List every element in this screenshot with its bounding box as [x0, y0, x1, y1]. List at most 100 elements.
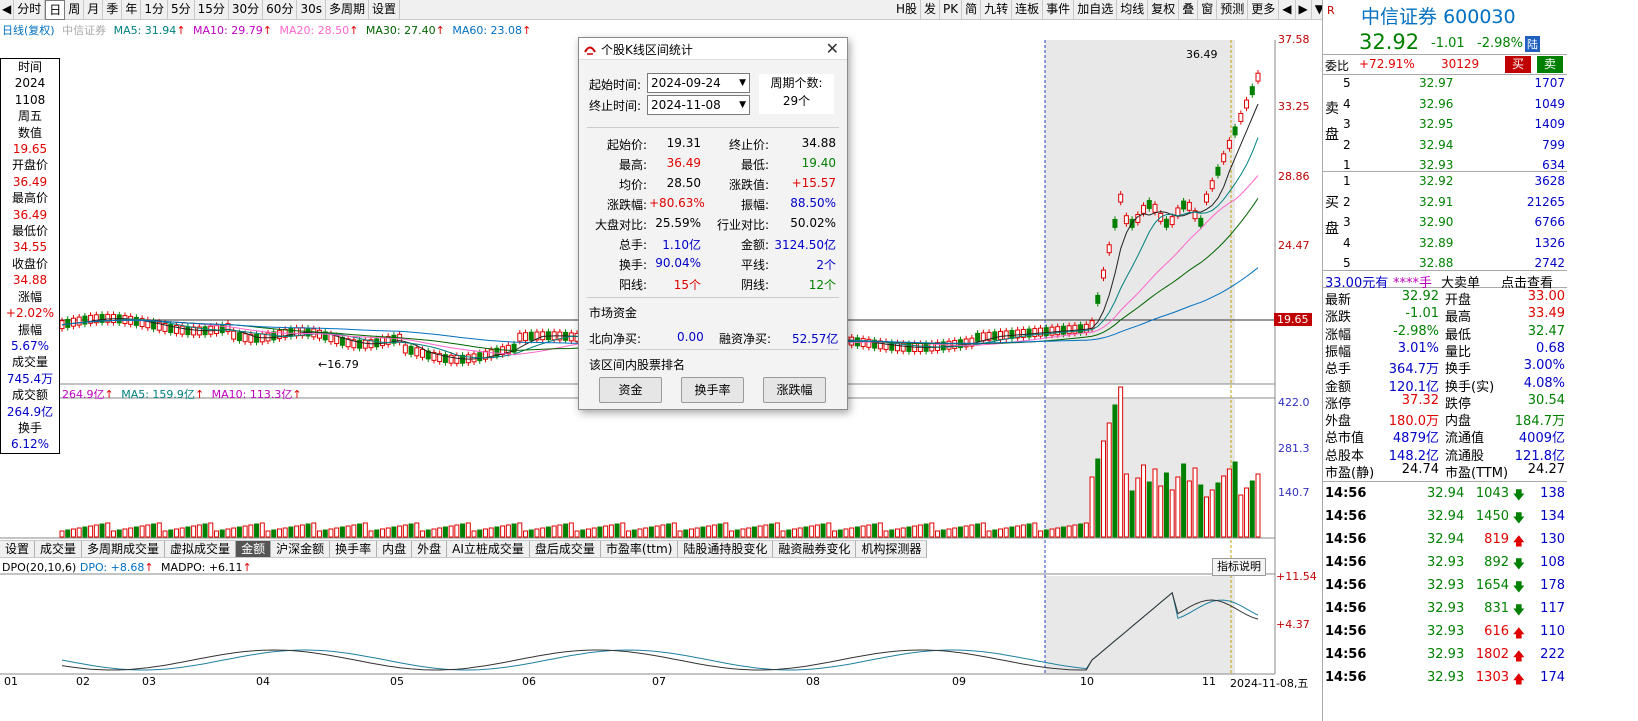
indicator-tab[interactable]: 设置	[0, 541, 36, 557]
indicator-tab[interactable]: 陆股通持股变化	[678, 541, 774, 557]
rank-by-fund-button[interactable]: 资金	[599, 377, 662, 403]
volume-bar	[1055, 527, 1061, 538]
order-book-row[interactable]: 1 32.92 3628	[1323, 172, 1567, 193]
period-buttons: 分时日周月季年 1分 5分 15分 30分 60分 30s 多周期 设置	[14, 0, 401, 20]
stat-label: 大盘对比:	[594, 218, 647, 232]
volume-bar	[723, 522, 729, 538]
candle-body	[980, 332, 986, 342]
period-button[interactable]: 30s	[297, 0, 326, 20]
indicator-tab[interactable]: 内盘	[377, 541, 413, 557]
volume-bar	[992, 529, 998, 538]
indicator-tab[interactable]: 机构探测器	[856, 541, 928, 557]
close-icon[interactable]: ✕	[826, 39, 839, 58]
volume-bar	[809, 525, 815, 538]
indicator-tab[interactable]: 虚拟成交量	[165, 541, 237, 557]
indicator-tab[interactable]: 换手率	[330, 541, 378, 557]
rank-by-turnover-button[interactable]: 换手率	[681, 377, 744, 403]
period-button[interactable]: 多周期	[326, 0, 369, 20]
order-book-row[interactable]: 3 32.90 6766	[1323, 213, 1567, 234]
period-button[interactable]: 分时	[14, 0, 46, 20]
toolbar-left-arrow-icon[interactable]: ◀	[0, 0, 15, 20]
sell-button[interactable]: 卖	[1537, 56, 1563, 73]
volume-bar	[557, 524, 563, 538]
period-button[interactable]: 60分	[263, 0, 298, 20]
indicator-tab[interactable]: AI立桩成交量	[447, 541, 530, 557]
order-book-row[interactable]: 2 32.94 799	[1323, 136, 1567, 157]
period-button[interactable]: 周	[65, 0, 85, 20]
stat-label: 金额:	[740, 238, 769, 252]
toolbar-tool-button[interactable]: 更多	[1248, 0, 1280, 20]
indicator-tab[interactable]: 融资融券变化	[773, 541, 857, 557]
toolbar-tool-button[interactable]: PK	[940, 0, 963, 20]
volume-bar	[1181, 463, 1187, 538]
period-button[interactable]: 设置	[369, 0, 401, 20]
order-level: 1	[1343, 174, 1351, 188]
indicator-tab[interactable]: 金额	[236, 541, 272, 557]
quote-stat-label: 换手	[1445, 362, 1472, 378]
big-order-row[interactable]: 33.00元有 ****手 大卖单 点击查看	[1323, 270, 1567, 291]
period-button[interactable]: 1分	[141, 0, 168, 20]
period-button[interactable]: 月	[84, 0, 104, 20]
candle-body	[1112, 218, 1118, 228]
quote-stat-label: 总手	[1325, 362, 1352, 378]
period-button[interactable]: 15分	[195, 0, 229, 20]
order-book-row[interactable]: 4 32.89 1326	[1323, 234, 1567, 255]
indicator-tab[interactable]: 市盈率(ttm)	[601, 541, 679, 557]
candle-body	[1066, 325, 1072, 335]
buy-button[interactable]: 买	[1505, 56, 1531, 73]
toolbar-tool-button[interactable]: 叠	[1179, 0, 1199, 20]
volume-bar	[317, 530, 323, 538]
period-button[interactable]: 日	[45, 0, 66, 20]
market-fund-title: 市场资金	[589, 306, 638, 320]
indicator-tab[interactable]: 成交量	[35, 541, 83, 557]
info-label: 开盘价	[11, 158, 48, 173]
toolbar-tool-button[interactable]: 加自选	[1074, 0, 1118, 20]
toolbar-tool-button[interactable]: 事件	[1043, 0, 1075, 20]
period-button[interactable]: 5分	[168, 0, 195, 20]
toolbar-tool-button[interactable]: 连板	[1012, 0, 1044, 20]
indicator-tab[interactable]: 沪深金额	[271, 541, 331, 557]
candle-body	[540, 331, 546, 341]
order-book-row[interactable]: 2 32.91 21265	[1323, 193, 1567, 214]
start-date-select[interactable]: 2024-09-24 ▼	[647, 73, 750, 93]
candle-body	[1209, 180, 1215, 190]
volume-bar	[774, 522, 780, 538]
volume-bar	[654, 525, 660, 538]
toolbar-tool-button[interactable]: 预测	[1217, 0, 1249, 20]
order-price: 32.97	[1419, 76, 1454, 90]
toolbar-tool-button[interactable]: 九转	[981, 0, 1013, 20]
indicator-help-button[interactable]: 指标说明	[1212, 558, 1266, 576]
ma60-value: MA60: 23.08	[452, 24, 523, 37]
order-book-row[interactable]: 3 32.95 1409	[1323, 115, 1567, 136]
dialog-titlebar[interactable]: 个股K线区间统计 ✕	[579, 38, 847, 60]
volume-bar	[917, 524, 923, 538]
indicator-tab[interactable]: 盘后成交量	[530, 541, 601, 557]
volume-bar	[969, 524, 975, 538]
period-button[interactable]: 年	[122, 0, 142, 20]
toolbar-tool-button[interactable]: H股	[893, 0, 921, 20]
rank-by-change-button[interactable]: 涨跌幅	[763, 377, 826, 403]
toolbar-tool-button[interactable]: 简	[962, 0, 982, 20]
stat-label: 阴线:	[740, 278, 769, 292]
period-button[interactable]: 30分	[229, 0, 264, 20]
info-value: 5.67%	[10, 338, 50, 353]
volume-bar	[494, 526, 500, 538]
tick-time: 14:56	[1325, 578, 1367, 593]
toolbar-tool-button[interactable]: 窗	[1198, 0, 1218, 20]
x-axis-label: 04	[256, 675, 270, 688]
toolbar-tool-button[interactable]: 发	[921, 0, 941, 20]
indicator-tab[interactable]: 外盘	[412, 541, 448, 557]
info-label: 收盘价	[11, 256, 48, 271]
order-book-row[interactable]: 4 32.96 1049	[1323, 95, 1567, 116]
order-book-row[interactable]: 5 32.97 1707	[1323, 74, 1567, 95]
volume-bar	[688, 528, 694, 538]
toolbar-arrow-icon[interactable]: ▶	[1296, 0, 1312, 20]
volume-bar	[1049, 528, 1055, 538]
tick-count: 178	[1540, 578, 1565, 593]
end-date-select[interactable]: 2024-11-08 ▼	[647, 95, 750, 115]
period-button[interactable]: 季	[103, 0, 123, 20]
toolbar-arrow-icon[interactable]: ◀	[1279, 0, 1296, 20]
toolbar-tool-button[interactable]: 复权	[1148, 0, 1180, 20]
indicator-tab[interactable]: 多周期成交量	[82, 541, 166, 557]
toolbar-tool-button[interactable]: 均线	[1117, 0, 1149, 20]
